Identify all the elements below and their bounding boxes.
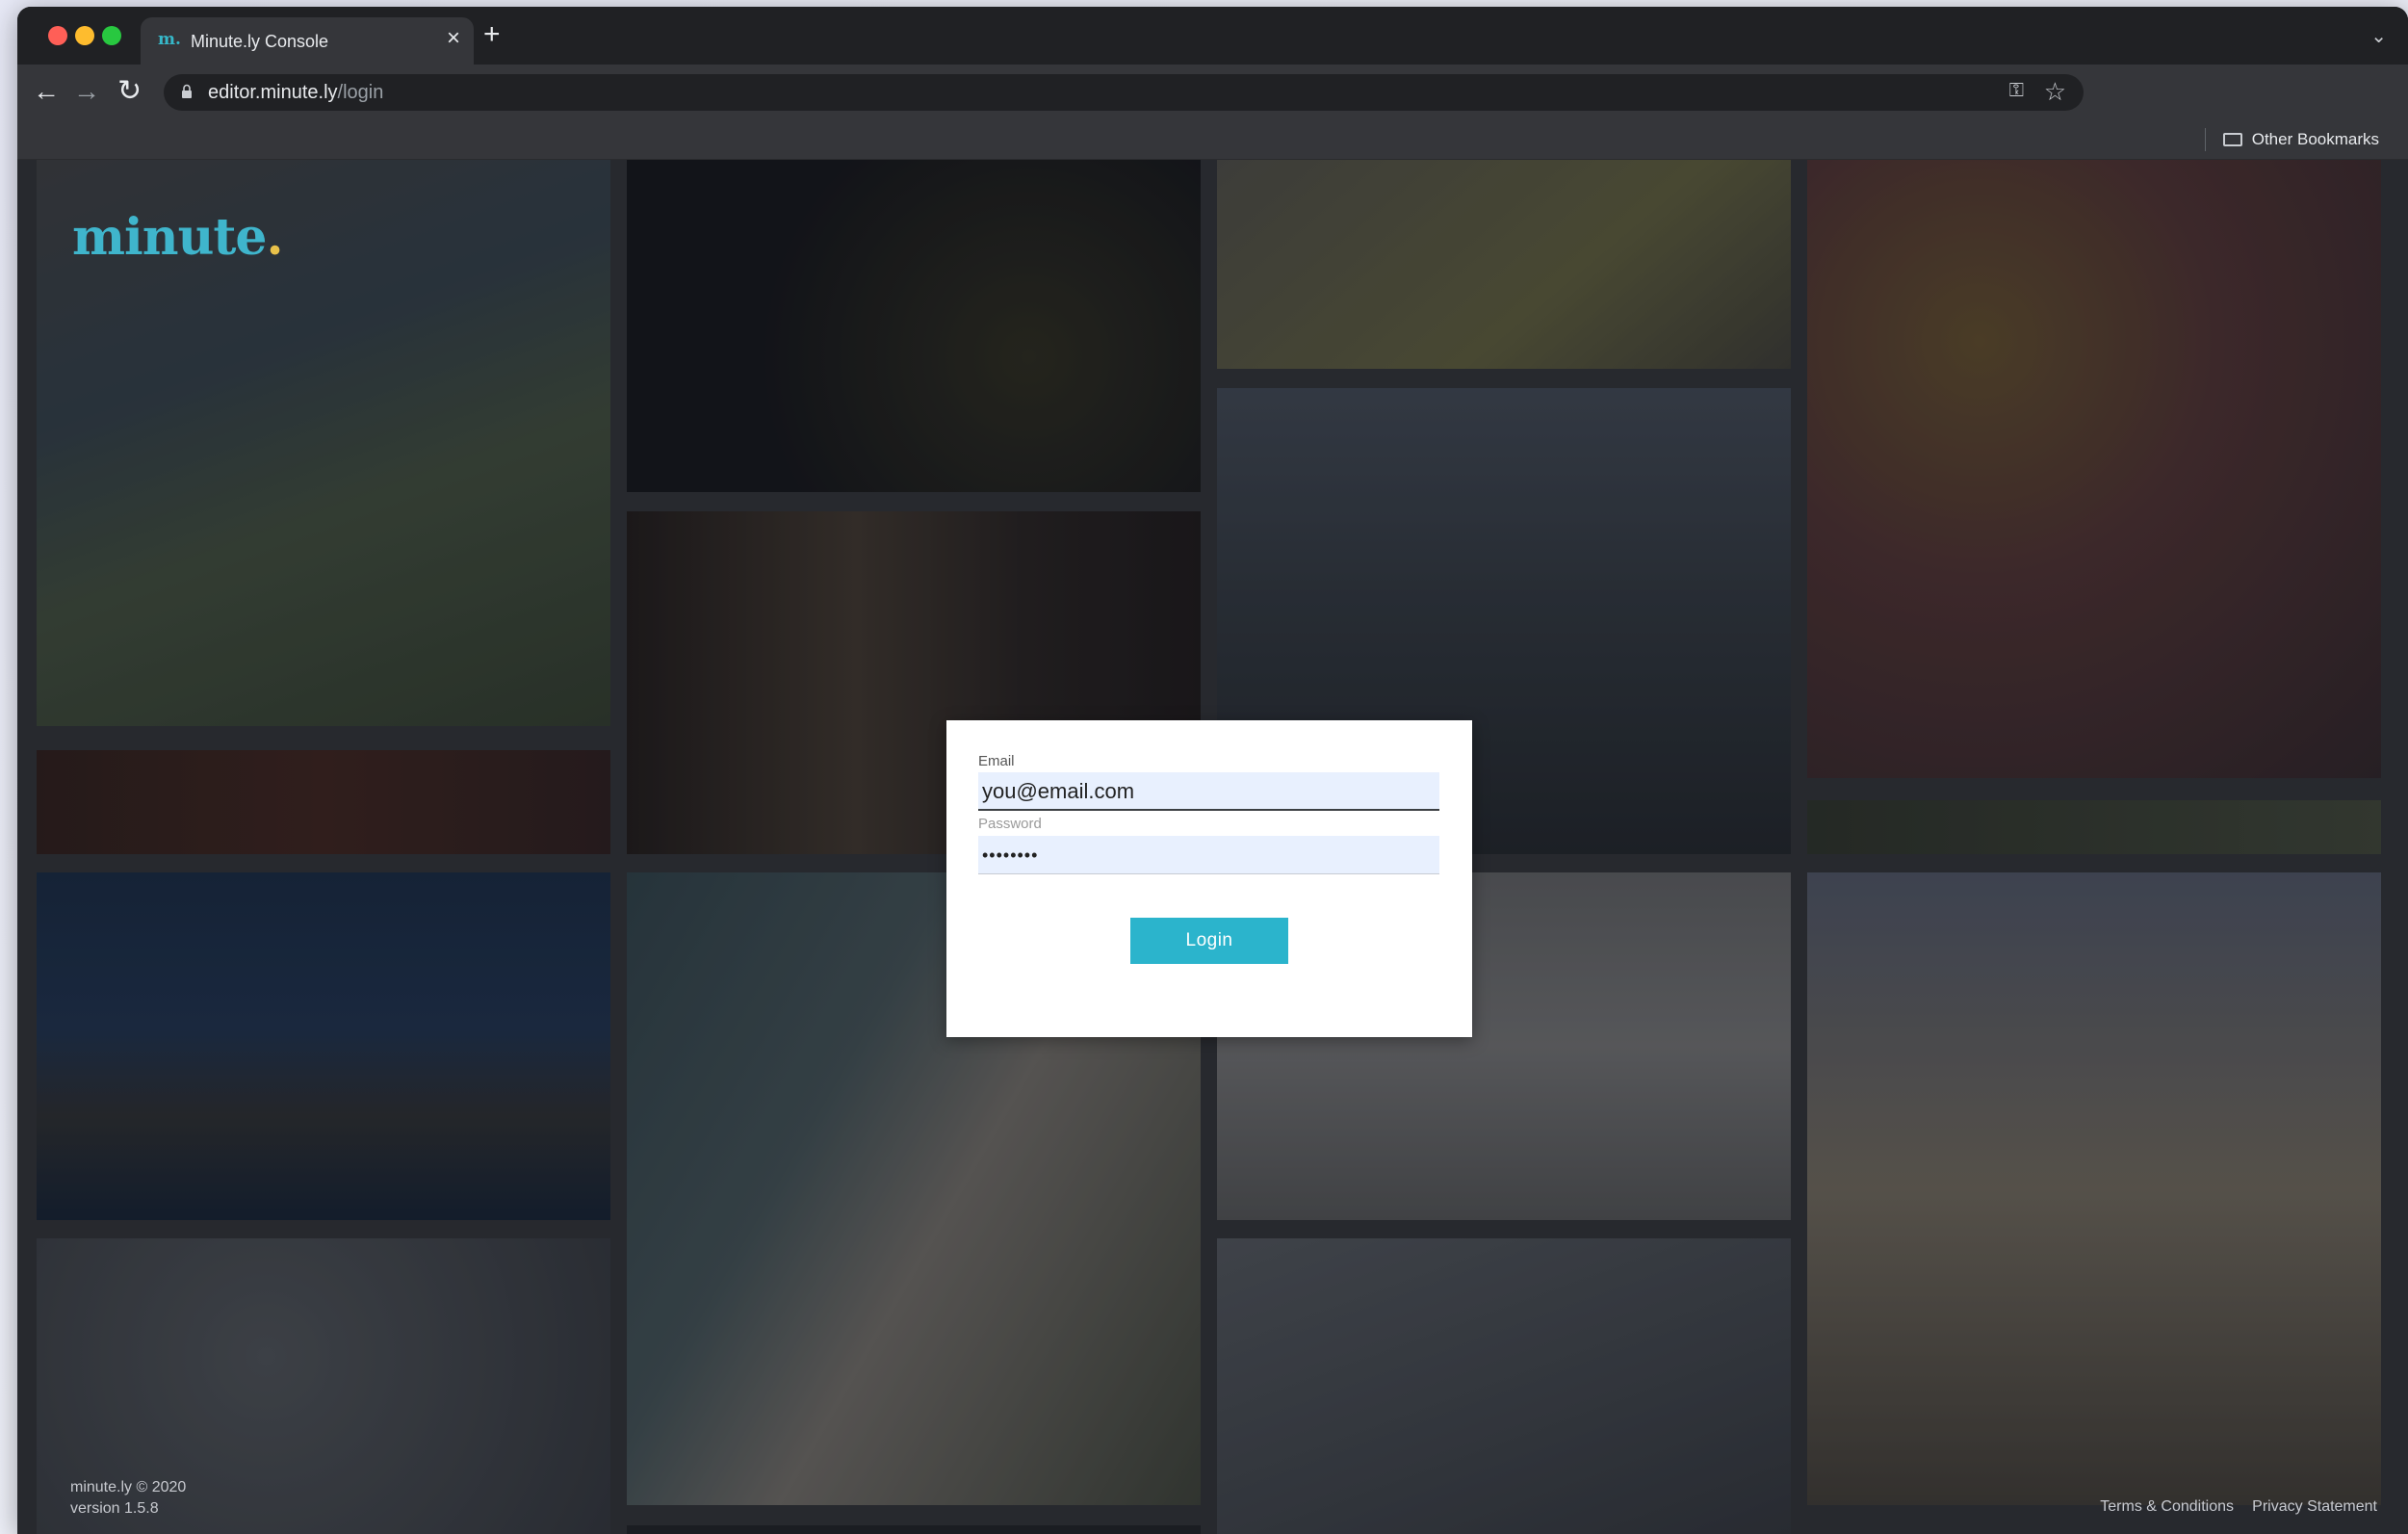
password-label: Password: [978, 816, 1042, 832]
lock-icon: [182, 84, 192, 98]
forward-icon[interactable]: →: [73, 72, 100, 111]
browser-toolbar: ← → ↻ editor.minute.ly/login ⚿ ☆: [17, 65, 2408, 120]
logo-text: minute: [72, 208, 267, 267]
url-path: /login: [337, 82, 384, 103]
star-icon[interactable]: ☆: [2044, 77, 2066, 107]
version-text: version 1.5.8: [70, 1500, 159, 1517]
tab-title: Minute.ly Console: [191, 32, 329, 51]
email-label: Email: [978, 753, 1015, 769]
address-bar[interactable]: editor.minute.ly/login ⚿ ☆: [164, 74, 2084, 111]
footer-info: minute.ly © 2020 version 1.5.8: [70, 1477, 186, 1520]
url-text: editor.minute.ly/login: [208, 82, 383, 104]
login-button[interactable]: Login: [1130, 918, 1288, 964]
login-page: minute. minute.ly © 2020 version 1.5.8 T…: [17, 160, 2408, 1534]
login-form: Email Password Login: [946, 720, 1472, 1037]
close-window-button[interactable]: [48, 26, 67, 45]
browser-window: m. Minute.ly Console × + ⌄ ← → ↻ editor.…: [17, 7, 2408, 1534]
reload-icon[interactable]: ↻: [117, 72, 142, 111]
copyright-text: minute.ly © 2020: [70, 1479, 187, 1495]
bookmarks-divider: [2205, 128, 2206, 151]
chevron-down-icon[interactable]: ⌄: [2370, 24, 2387, 48]
zoom-window-button[interactable]: [102, 26, 121, 45]
minutely-logo: minute.: [72, 208, 284, 267]
other-bookmarks[interactable]: Other Bookmarks: [2222, 130, 2379, 149]
privacy-link[interactable]: Privacy Statement: [2252, 1498, 2377, 1516]
tab-strip: m. Minute.ly Console × + ⌄: [17, 7, 2408, 65]
other-bookmarks-label: Other Bookmarks: [2251, 130, 2379, 148]
tab-close-icon[interactable]: ×: [447, 27, 460, 50]
url-host: editor.minute.ly: [208, 82, 338, 103]
folder-icon: [2222, 133, 2242, 146]
minimize-window-button[interactable]: [75, 26, 94, 45]
key-icon[interactable]: ⚿: [2009, 80, 2024, 102]
terms-link[interactable]: Terms & Conditions: [2100, 1498, 2234, 1516]
tab-favicon: m.: [158, 30, 181, 49]
password-field[interactable]: [978, 836, 1439, 874]
logo-dot: .: [266, 208, 284, 267]
tab-minutely-console[interactable]: m. Minute.ly Console ×: [141, 17, 474, 65]
new-tab-button[interactable]: +: [483, 20, 501, 49]
email-field[interactable]: [978, 772, 1439, 811]
back-icon[interactable]: ←: [33, 72, 60, 111]
bookmarks-bar: Other Bookmarks: [17, 120, 2408, 160]
